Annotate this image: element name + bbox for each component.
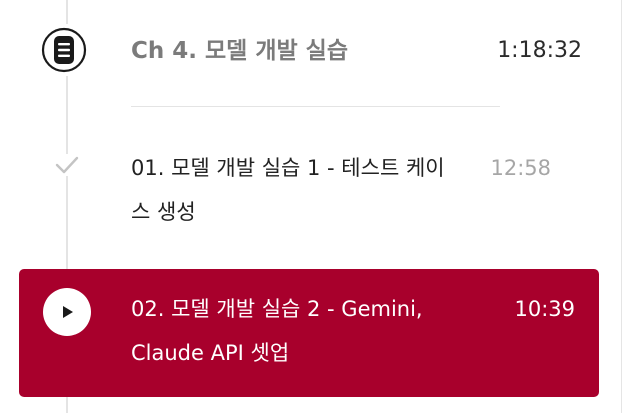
chapter-duration: 1:18:32 bbox=[497, 38, 582, 63]
lesson-duration: 12:58 bbox=[490, 156, 551, 180]
check-icon bbox=[54, 154, 80, 176]
lesson-title: 02. 모델 개발 실습 2 - Gemini, Claude API 셋업 bbox=[131, 297, 423, 365]
curriculum-panel: Ch 4. 모델 개발 실습 1:18:32 01. 모델 개발 실습 1 - … bbox=[0, 0, 644, 413]
list-document-icon bbox=[41, 24, 87, 76]
lesson-item-02-active[interactable]: 02. 모델 개발 실습 2 - Gemini, Claude API 셋업 1… bbox=[19, 269, 599, 397]
timeline-line bbox=[66, 0, 68, 24]
lesson-title: 01. 모델 개발 실습 1 - 테스트 케이스 생성 bbox=[131, 156, 445, 224]
chapter-title[interactable]: Ch 4. 모델 개발 실습 bbox=[131, 34, 348, 68]
timeline-line bbox=[66, 397, 68, 413]
lesson-duration: 10:39 bbox=[514, 297, 575, 321]
divider bbox=[131, 106, 500, 107]
panel-border bbox=[621, 0, 622, 413]
lesson-item-01[interactable]: 01. 모델 개발 실습 1 - 테스트 케이스 생성 12:58 bbox=[0, 136, 621, 236]
play-icon[interactable] bbox=[43, 288, 91, 336]
